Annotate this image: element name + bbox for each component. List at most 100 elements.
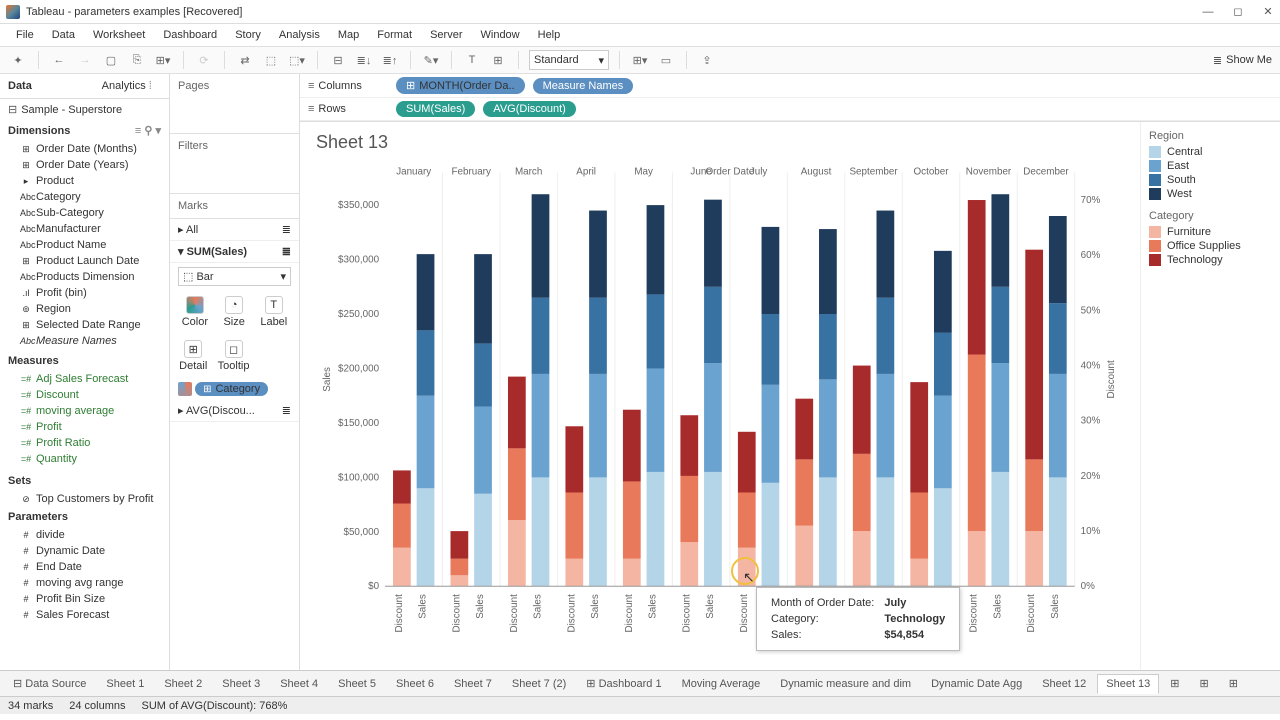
fit-select[interactable]: Standard▾ — [529, 50, 609, 70]
highlight-button[interactable]: ✎▾ — [421, 50, 441, 70]
filters-shelf[interactable]: Filters — [170, 134, 299, 194]
show-me-button[interactable]: ≣ Show Me — [1213, 54, 1272, 67]
new-dashboard-icon[interactable]: ⊞ — [1191, 673, 1218, 694]
field-profit-bin-[interactable]: .ılProfit (bin) — [0, 285, 169, 301]
tab-sheet-3[interactable]: Sheet 3 — [213, 674, 269, 694]
sheet-title[interactable]: Sheet 13 — [316, 132, 1124, 153]
field-products-dimension[interactable]: AbcProducts Dimension — [0, 269, 169, 285]
menu-analysis[interactable]: Analysis — [271, 29, 328, 41]
tab-dashboard-1[interactable]: ⊞ Dashboard 1 — [577, 673, 670, 694]
menu-story[interactable]: Story — [227, 29, 269, 41]
detail-button[interactable]: ⊞Detail — [179, 340, 207, 372]
field-divide[interactable]: #divide — [0, 527, 169, 543]
tab-sheet-1[interactable]: Sheet 1 — [97, 674, 153, 694]
group-button[interactable]: ⊟ — [328, 50, 348, 70]
field-measure-names[interactable]: AbcMeasure Names — [0, 333, 169, 349]
menu-window[interactable]: Window — [473, 29, 528, 41]
columns-shelf[interactable]: ≡ Columns ⊞ MONTH(Order Da.. Measure Nam… — [300, 74, 1280, 98]
field-manufacturer[interactable]: AbcManufacturer — [0, 221, 169, 237]
color-button[interactable]: Color — [182, 296, 208, 328]
menu-map[interactable]: Map — [330, 29, 367, 41]
labels-button[interactable]: ⊞ — [488, 50, 508, 70]
mark-type-select[interactable]: ⬚ Bar▾ — [178, 267, 291, 286]
category-pill[interactable]: ⊞ Category — [195, 382, 268, 396]
field-sub-category[interactable]: AbcSub-Category — [0, 205, 169, 221]
tab-sheet-2[interactable]: Sheet 2 — [155, 674, 211, 694]
forward-button[interactable]: → — [75, 50, 95, 70]
tab-sheet-7-2-[interactable]: Sheet 7 (2) — [503, 674, 575, 694]
cards-button[interactable]: ⊞▾ — [630, 50, 650, 70]
tab-sheet-7[interactable]: Sheet 7 — [445, 674, 501, 694]
tab-data-source[interactable]: ⊟ Data Source — [4, 673, 95, 694]
menu-data[interactable]: Data — [44, 29, 83, 41]
tab-sheet-13[interactable]: Sheet 13 — [1097, 674, 1159, 694]
tab-sheet-4[interactable]: Sheet 4 — [271, 674, 327, 694]
field-sales-forecast[interactable]: #Sales Forecast — [0, 607, 169, 623]
field-discount[interactable]: =#Discount — [0, 387, 169, 403]
measure-names-pill[interactable]: Measure Names — [533, 78, 634, 94]
menu-format[interactable]: Format — [369, 29, 420, 41]
marks-all[interactable]: ▸ All≣ — [170, 219, 299, 241]
legend-region-west[interactable]: West — [1149, 188, 1272, 200]
field-end-date[interactable]: #End Date — [0, 559, 169, 575]
field-order-date-years-[interactable]: ⊞Order Date (Years) — [0, 157, 169, 173]
refresh-button[interactable]: ⟳ — [194, 50, 214, 70]
analytics-tab[interactable]: Analytics ⁞ — [85, 74, 170, 98]
tooltip-button[interactable]: ◻Tooltip — [218, 340, 250, 372]
field-adj-sales-forecast[interactable]: =#Adj Sales Forecast — [0, 371, 169, 387]
field-product[interactable]: ▸Product — [0, 173, 169, 189]
label-button[interactable]: TLabel — [260, 296, 287, 328]
legend-cat-furniture[interactable]: Furniture — [1149, 226, 1272, 238]
new-data-button[interactable]: ⎘ — [127, 50, 147, 70]
legend-region-south[interactable]: South — [1149, 174, 1272, 186]
field-order-date-months-[interactable]: ⊞Order Date (Months) — [0, 141, 169, 157]
totals-button[interactable]: T — [462, 50, 482, 70]
maximize-button[interactable]: ◻ — [1232, 6, 1244, 18]
rows-shelf[interactable]: ≡ Rows SUM(Sales) AVG(Discount) — [300, 98, 1280, 121]
tab-dynamic-measure-and-dim[interactable]: Dynamic measure and dim — [771, 674, 920, 694]
swap-button[interactable]: ⇄ — [235, 50, 255, 70]
sort2-button[interactable]: ≣↓ — [354, 50, 374, 70]
legend-region-central[interactable]: Central — [1149, 146, 1272, 158]
field-profit[interactable]: =#Profit — [0, 419, 169, 435]
sort-asc-button[interactable]: ⬚ — [261, 50, 281, 70]
share-button[interactable]: ⇪ — [697, 50, 717, 70]
field-dynamic-date[interactable]: #Dynamic Date — [0, 543, 169, 559]
field-region[interactable]: ⊚Region — [0, 301, 169, 317]
chart-canvas[interactable]: Order Date$0$50,000$100,000$150,000$200,… — [316, 159, 1124, 649]
marks-avg-discount[interactable]: ▸ AVG(Discou...≣ — [170, 400, 299, 422]
field-product-launch-date[interactable]: ⊞Product Launch Date — [0, 253, 169, 269]
menu-dashboard[interactable]: Dashboard — [155, 29, 225, 41]
minimize-button[interactable]: — — [1202, 6, 1214, 18]
field-profit-ratio[interactable]: =#Profit Ratio — [0, 435, 169, 451]
new-story-icon[interactable]: ⊞ — [1220, 673, 1247, 694]
field-profit-bin-size[interactable]: #Profit Bin Size — [0, 591, 169, 607]
field-quantity[interactable]: =#Quantity — [0, 451, 169, 467]
field-category[interactable]: AbcCategory — [0, 189, 169, 205]
sort3-button[interactable]: ≣↑ — [380, 50, 400, 70]
field-moving-average[interactable]: =#moving average — [0, 403, 169, 419]
back-button[interactable]: ← — [49, 50, 69, 70]
pages-shelf[interactable]: Pages — [170, 74, 299, 134]
size-button[interactable]: ◔Size — [223, 296, 244, 328]
data-tab[interactable]: Data — [0, 74, 85, 98]
marks-sum-sales[interactable]: ▾ SUM(Sales)≣ — [170, 241, 299, 263]
menu-worksheet[interactable]: Worksheet — [85, 29, 153, 41]
avg-discount-pill[interactable]: AVG(Discount) — [483, 101, 576, 117]
sum-sales-pill[interactable]: SUM(Sales) — [396, 101, 475, 117]
menu-file[interactable]: File — [8, 29, 42, 41]
close-button[interactable]: ✕ — [1262, 6, 1274, 18]
field-product-name[interactable]: AbcProduct Name — [0, 237, 169, 253]
tab-moving-average[interactable]: Moving Average — [673, 674, 770, 694]
field-top-customers-by-profit[interactable]: ⊘Top Customers by Profit — [0, 491, 169, 507]
tab-dynamic-date-agg[interactable]: Dynamic Date Agg — [922, 674, 1031, 694]
month-pill[interactable]: ⊞ MONTH(Order Da.. — [396, 77, 525, 94]
menu-server[interactable]: Server — [422, 29, 470, 41]
tab-sheet-6[interactable]: Sheet 6 — [387, 674, 443, 694]
legend-cat-technology[interactable]: Technology — [1149, 254, 1272, 266]
sort-desc-button[interactable]: ⬚▾ — [287, 50, 307, 70]
new-sheet-icon[interactable]: ⊞ — [1161, 673, 1188, 694]
field-moving-avg-range[interactable]: #moving avg range — [0, 575, 169, 591]
tab-sheet-12[interactable]: Sheet 12 — [1033, 674, 1095, 694]
field-selected-date-range[interactable]: ⊞Selected Date Range — [0, 317, 169, 333]
